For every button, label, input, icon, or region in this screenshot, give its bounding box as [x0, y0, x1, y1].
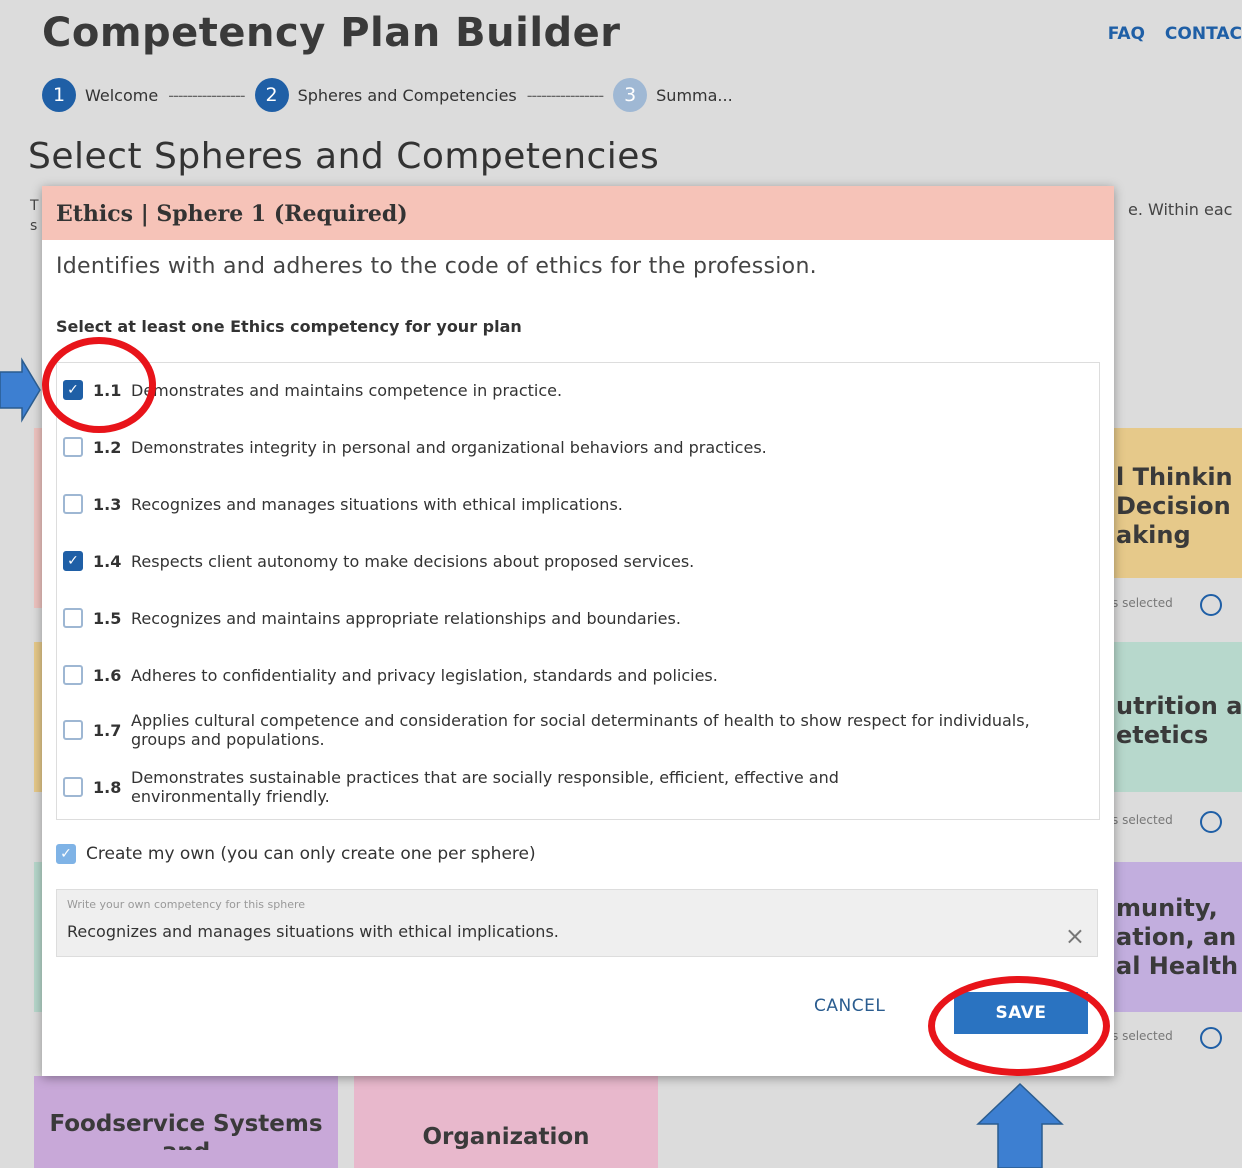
arrow-right-icon [0, 357, 41, 423]
annotation-arrows [0, 357, 1064, 1168]
arrow-up-icon [976, 1082, 1064, 1168]
